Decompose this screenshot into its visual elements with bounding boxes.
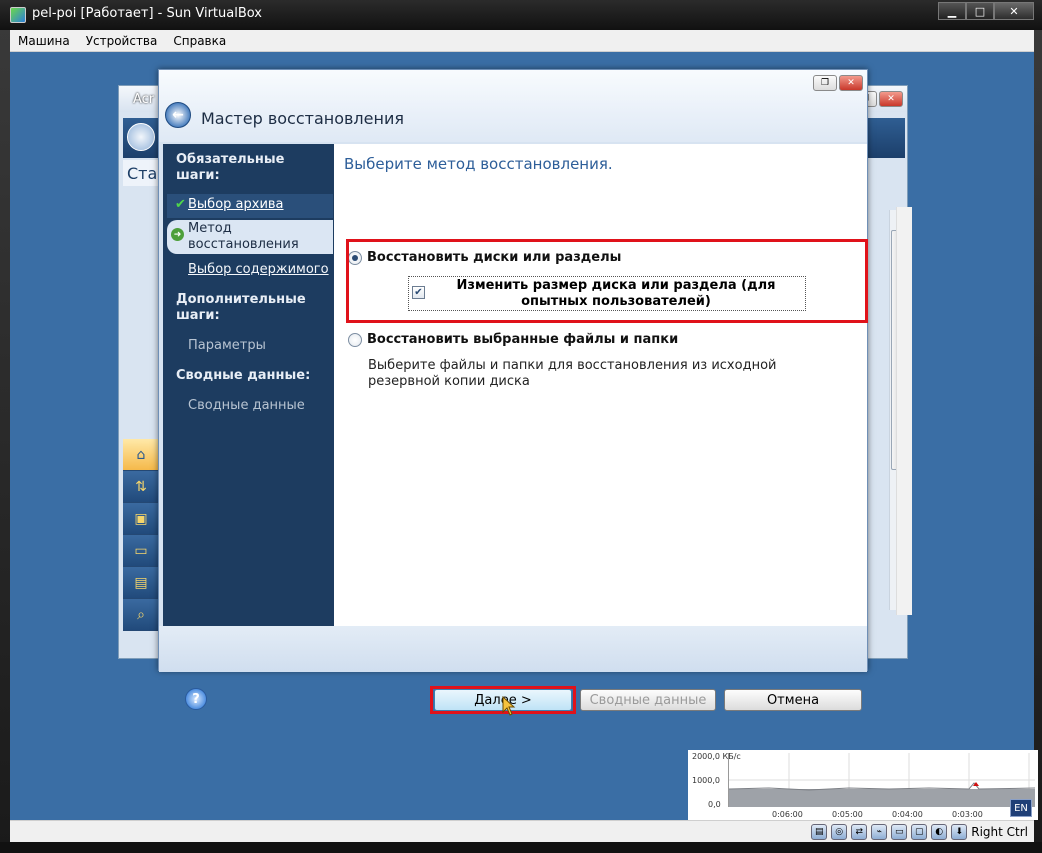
vbox-window-controls: ▁ □ ✕ [938,2,1034,20]
search-icon[interactable]: ⌕ [123,599,159,631]
summary-heading: Сводные данные: [176,368,311,383]
acronis-title: Acr [133,92,155,107]
close-icon[interactable]: ✕ [839,75,863,91]
net-y-mid: 1000,0 [692,776,720,785]
wizard-title: Мастер восстановления [201,109,404,128]
step-recovery-method: ➜ Метод восстановления [167,220,333,254]
step-select-content[interactable]: Выбор содержимого [188,262,329,278]
wizard-content: Выберите метод восстановления. Восстанов… [334,144,867,626]
mouse-cursor-icon [502,696,516,716]
net-x-label: 0:05:00 [832,810,863,819]
network-icon[interactable]: ⇄ [851,824,868,840]
wizard-titlebar: ❐ ✕ ← Мастер восстановления [159,70,867,142]
restore-icon[interactable]: ❐ [813,75,837,91]
wizard-footer [159,626,867,672]
required-steps-heading: Обязательные шаги: [176,152,285,183]
recovery-wizard-dialog: ❐ ✕ ← Мастер восстановления Обязательные… [158,69,868,672]
maximize-icon[interactable]: □ [966,2,994,20]
annotation-highlight-restore-disks [346,239,868,323]
acronis-section-title: Ста [123,160,163,186]
toolbox-icon[interactable]: ▤ [123,567,159,599]
tasks-icon[interactable]: ▣ [123,503,159,535]
virtualization-icon[interactable]: ▢ [911,824,928,840]
optional-steps-heading: Дополнительные шаги: [176,292,306,323]
mouse-integration-icon[interactable]: ◐ [931,824,948,840]
virtualbox-window: pel-poi [Работает] - Sun VirtualBox ▁ □ … [0,0,1042,853]
vbox-window-title: pel-poi [Работает] - Sun VirtualBox [32,6,262,21]
menu-machine[interactable]: Машина [10,34,78,48]
step-select-archive-row[interactable]: ✔ Выбор архива [167,194,333,218]
status-icons: ▤ ◎ ⇄ ⌁ ▭ ▢ ◐ ⬇ Right Ctrl [811,823,1034,841]
shared-folders-icon[interactable]: ▭ [891,824,908,840]
wizard-background-scrollbar[interactable] [896,207,912,615]
help-icon[interactable]: ? [185,688,207,710]
option-restore-files-description: Выберите файлы и папки для восстановлени… [368,358,777,389]
cancel-button[interactable]: Отмена [724,689,862,711]
host-key-label: Right Ctrl [971,825,1028,839]
virtualbox-app-icon [10,7,26,23]
acronis-sidebar-icons: ⌂ ⇅ ▣ ▭ ▤ ⌕ [123,439,159,631]
wizard-window-controls: ❐ ✕ [813,75,863,91]
step-select-archive[interactable]: Выбор архива [188,197,284,213]
net-plot-area [728,753,1036,807]
vbox-titlebar: pel-poi [Работает] - Sun VirtualBox ▁ □ … [0,0,1042,30]
menu-help[interactable]: Справка [165,34,234,48]
option-restore-files-label[interactable]: Восстановить выбранные файлы и папки [367,332,678,347]
option-restore-files[interactable]: Восстановить выбранные файлы и папки [348,332,678,347]
step-summary: Сводные данные [188,398,305,413]
vbox-statusbar: ▤ ◎ ⇄ ⌁ ▭ ▢ ◐ ⬇ Right Ctrl [10,820,1034,842]
network-activity-graph: 2000,0 КБ/с 1000,0 0,0 0:06:00 0:05:00 0… [688,750,1038,820]
net-y-min: 0,0 [708,800,721,809]
checkmark-icon: ✔ [175,197,186,212]
step-recovery-method-label: Метод восстановления [188,221,299,252]
back-arrow-icon[interactable] [127,123,155,151]
home-icon[interactable]: ⌂ [123,439,159,471]
back-arrow-icon[interactable]: ← [165,102,191,128]
close-icon[interactable]: ✕ [994,2,1034,20]
language-indicator[interactable]: EN [1010,799,1032,817]
menu-devices[interactable]: Устройства [78,34,166,48]
radio-restore-files[interactable] [348,332,362,347]
net-x-label: 0:04:00 [892,810,923,819]
minimize-icon[interactable]: ▁ [938,2,966,20]
vbox-menubar: Машина Устройства Справка [10,30,1034,52]
current-step-arrow-icon: ➜ [171,228,184,241]
wizard-steps-sidebar: Обязательные шаги: ✔ Выбор архива ➜ Мето… [163,144,334,626]
content-heading: Выберите метод восстановления. [344,155,613,173]
summary-button: Сводные данные [580,689,716,711]
net-traffic-line [728,753,1036,807]
net-x-label: 0:06:00 [772,810,803,819]
close-icon[interactable]: ✕ [879,91,903,107]
backup-restore-icon[interactable]: ⇅ [123,471,159,503]
taskbar-strip [0,842,1042,853]
cd-drive-icon[interactable]: ◎ [831,824,848,840]
net-x-label: 0:03:00 [952,810,983,819]
hard-disk-icon[interactable]: ▤ [811,824,828,840]
usb-icon[interactable]: ⌁ [871,824,888,840]
host-key-icon: ⬇ [951,824,968,840]
monitor-icon[interactable]: ▭ [123,535,159,567]
step-parameters: Параметры [188,338,266,353]
